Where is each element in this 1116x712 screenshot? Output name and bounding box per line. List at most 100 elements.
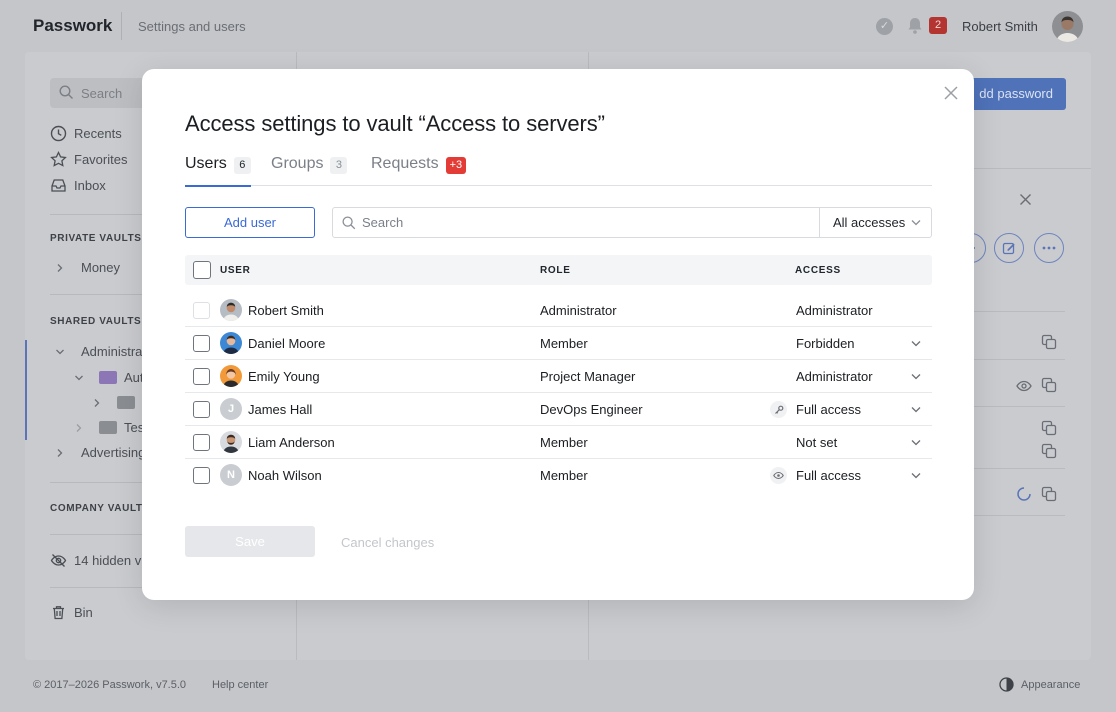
- modal-title: Access settings to vault “Access to serv…: [185, 111, 605, 136]
- check-status-icon[interactable]: ✓: [876, 18, 893, 35]
- column-header-role: ROLE: [540, 265, 571, 276]
- table-row[interactable]: Emily Young Project Manager Administrato…: [185, 360, 932, 393]
- folder-item-test[interactable]: Test: [74, 420, 148, 435]
- table-row[interactable]: J James Hall DevOps Engineer Full access: [185, 393, 932, 426]
- table-row[interactable]: Liam Anderson Member Not set: [185, 426, 932, 459]
- user-role: DevOps Engineer: [540, 402, 643, 417]
- user-access: Administrator: [796, 369, 873, 384]
- tab-groups[interactable]: Groups 3: [271, 155, 348, 186]
- cancel-changes-button[interactable]: Cancel changes: [341, 535, 434, 550]
- clock-icon: [50, 125, 67, 142]
- row-checkbox[interactable]: [193, 401, 210, 418]
- chevron-down-icon[interactable]: [911, 472, 921, 479]
- folder-item-auto[interactable]: Aut: [74, 370, 144, 385]
- copy-icon[interactable]: [1041, 486, 1057, 502]
- row-checkbox[interactable]: [193, 368, 210, 385]
- key-icon: [770, 401, 787, 418]
- avatar[interactable]: [1052, 11, 1083, 42]
- user-access: Forbidden: [796, 336, 855, 351]
- private-vaults-heading: PRIVATE VAULTS: [50, 233, 142, 244]
- chevron-down-icon[interactable]: [911, 439, 921, 446]
- search-input[interactable]: [362, 209, 814, 236]
- user-name: Emily Young: [248, 369, 320, 384]
- folder-icon: [99, 421, 117, 434]
- tab-users[interactable]: Users 6: [185, 155, 251, 187]
- row-checkbox[interactable]: [193, 335, 210, 352]
- sidebar-item-label: Inbox: [74, 178, 106, 193]
- active-indicator: [25, 340, 27, 440]
- select-all-checkbox[interactable]: [193, 261, 211, 279]
- edit-button[interactable]: [994, 233, 1024, 263]
- row-checkbox[interactable]: [193, 467, 210, 484]
- add-user-button[interactable]: Add user: [185, 207, 315, 238]
- sidebar-item-recents[interactable]: Recents: [50, 125, 122, 142]
- close-icon[interactable]: [1019, 193, 1032, 206]
- edit-icon: [1002, 242, 1015, 255]
- inbox-icon: [51, 179, 66, 192]
- eye-off-icon: [50, 554, 67, 567]
- sidebar-item-bin[interactable]: Bin: [50, 604, 93, 621]
- hidden-vaults-item[interactable]: 14 hidden v: [50, 552, 141, 569]
- access-settings-modal: Access settings to vault “Access to serv…: [142, 69, 974, 600]
- access-filter-select[interactable]: All accesses: [819, 208, 931, 237]
- copy-icon[interactable]: [1041, 443, 1057, 459]
- table-row[interactable]: Daniel Moore Member Forbidden: [185, 327, 932, 360]
- copy-icon[interactable]: [1041, 334, 1057, 350]
- appearance-toggle[interactable]: Appearance: [999, 677, 1080, 692]
- timer-icon: [1017, 487, 1031, 501]
- filter-value: All accesses: [833, 215, 906, 230]
- vault-item-administration[interactable]: Administra: [55, 344, 142, 359]
- help-center-link[interactable]: Help center: [212, 679, 268, 691]
- more-icon: [1042, 246, 1056, 250]
- user-name: James Hall: [248, 402, 313, 417]
- table-row[interactable]: Robert Smith Administrator Administrator: [185, 294, 932, 327]
- bell-icon[interactable]: [905, 16, 925, 36]
- avatar: [220, 431, 242, 453]
- eye-icon[interactable]: [1016, 378, 1032, 394]
- copy-icon[interactable]: [1041, 420, 1057, 436]
- trash-icon: [53, 606, 64, 620]
- sidebar-item-label: Recents: [74, 126, 122, 141]
- copyright: © 2017–2026 Passwork, v7.5.0: [33, 679, 187, 691]
- breadcrumb: Settings and users: [138, 19, 246, 34]
- close-icon[interactable]: [942, 84, 960, 102]
- eye-icon: [770, 467, 787, 484]
- top-bar: Passwork Settings and users ✓ 2 Robert S…: [0, 0, 1116, 52]
- copy-icon[interactable]: [1041, 377, 1057, 393]
- vault-label: Advertising: [81, 445, 146, 460]
- tab-label: Groups: [271, 155, 324, 172]
- tab-label: Users: [185, 155, 227, 172]
- user-role: Member: [540, 468, 588, 483]
- star-icon: [50, 151, 67, 167]
- company-vaults-heading: COMPANY VAULT: [50, 503, 143, 514]
- chevron-down-icon[interactable]: [911, 373, 921, 380]
- vault-item-money[interactable]: Money: [55, 260, 120, 275]
- save-button[interactable]: Save: [185, 526, 315, 557]
- user-access: Full access: [796, 468, 862, 483]
- tab-requests[interactable]: Requests +3: [371, 155, 467, 186]
- chevron-right-icon: [57, 448, 63, 457]
- user-role: Member: [540, 336, 588, 351]
- avatar: [220, 299, 242, 321]
- chevron-right-icon: [94, 398, 100, 407]
- row-checkbox[interactable]: [193, 434, 210, 451]
- chevron-down-icon[interactable]: [911, 406, 921, 413]
- row-checkbox: [193, 302, 210, 319]
- chevron-down-icon[interactable]: [911, 340, 921, 347]
- vault-item-advertising[interactable]: Advertising: [55, 445, 145, 460]
- vault-label: Money: [81, 260, 121, 275]
- user-role: Administrator: [540, 303, 617, 318]
- user-access: Not set: [796, 435, 838, 450]
- chevron-down-icon: [56, 349, 64, 354]
- avatar: J: [220, 398, 242, 420]
- app-logo[interactable]: Passwork: [33, 16, 112, 36]
- add-password-button[interactable]: dd password: [962, 78, 1066, 110]
- more-button[interactable]: [1034, 233, 1064, 263]
- table-row[interactable]: N Noah Wilson Member Full access: [185, 459, 932, 492]
- sidebar-item-favorites[interactable]: Favorites: [50, 151, 127, 168]
- vault-label: Administra: [81, 344, 143, 359]
- user-access: Administrator: [796, 303, 873, 318]
- sidebar-item-inbox[interactable]: Inbox: [50, 177, 106, 194]
- current-user-name[interactable]: Robert Smith: [962, 19, 1038, 34]
- count-badge: 3: [330, 157, 348, 174]
